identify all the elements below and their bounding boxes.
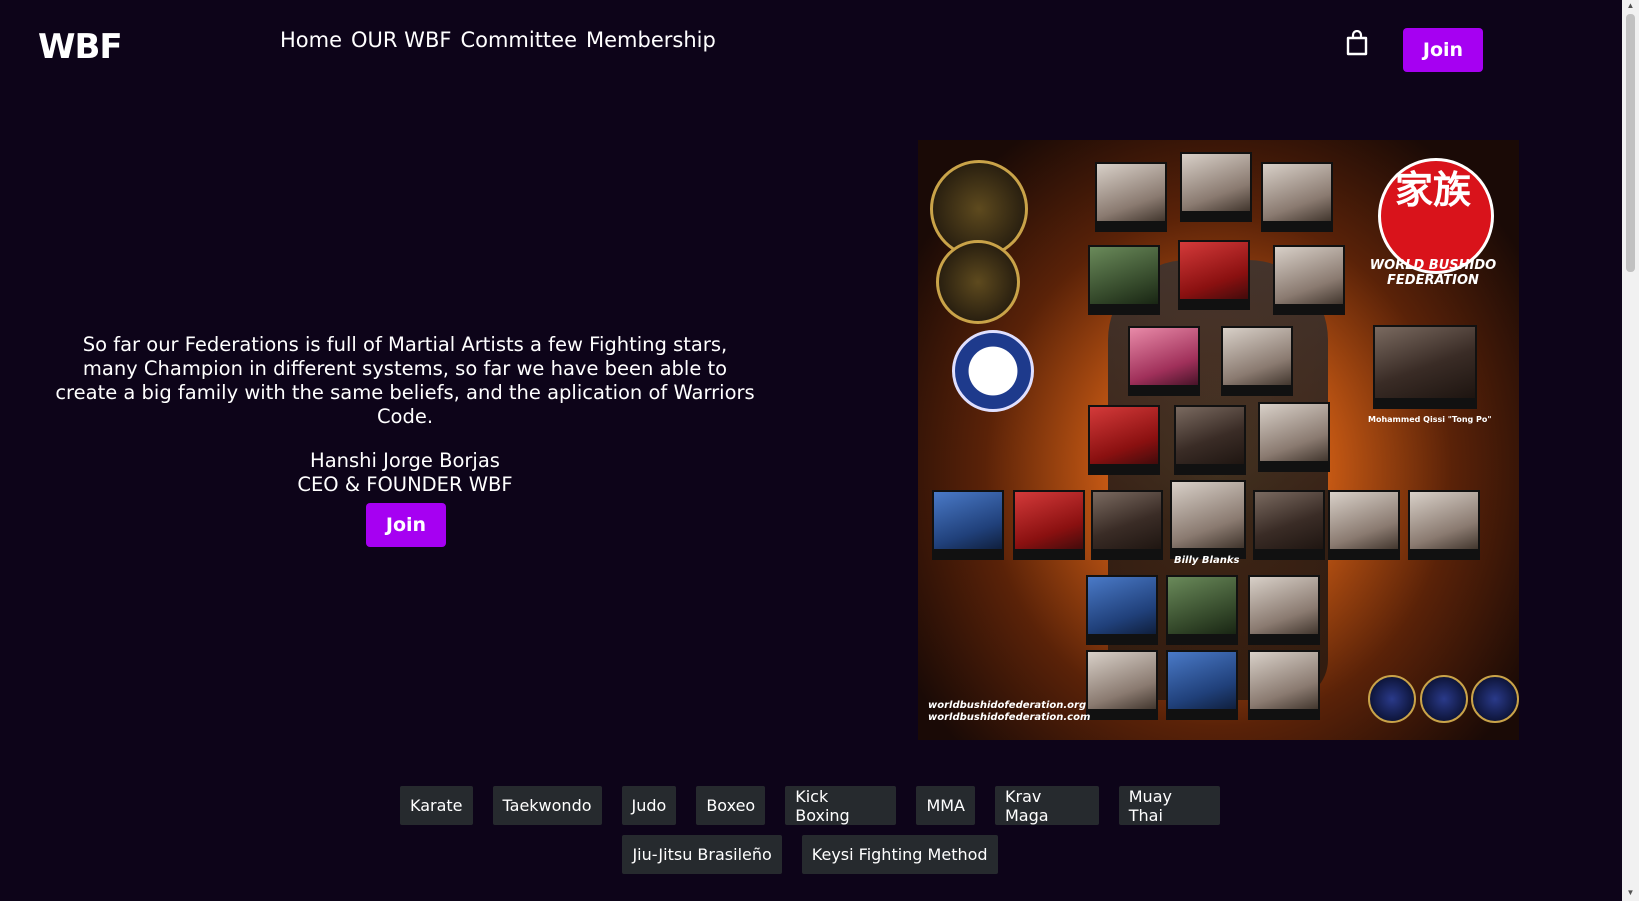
tag-karate[interactable]: Karate bbox=[400, 786, 473, 825]
scroll-up-arrow-icon[interactable]: ▲ bbox=[1626, 2, 1635, 10]
member-photo bbox=[1013, 490, 1085, 560]
tag-krav-maga[interactable]: Krav Maga bbox=[995, 786, 1099, 825]
tag-jiu-jitsu[interactable]: Jiu-Jitsu Brasileño bbox=[622, 835, 782, 874]
member-photo bbox=[1174, 405, 1246, 475]
world-sport-committee-seal-icon bbox=[952, 330, 1034, 412]
member-photo bbox=[1248, 575, 1320, 645]
member-photo bbox=[1088, 245, 1160, 315]
join-button-hero[interactable]: Join bbox=[366, 503, 446, 547]
member-photo bbox=[1261, 162, 1333, 232]
nav-membership[interactable]: Membership bbox=[586, 26, 716, 54]
nav-home[interactable]: Home bbox=[280, 26, 342, 54]
member-photo bbox=[1166, 650, 1238, 720]
discipline-row: Karate Taekwondo Judo Boxeo Kick Boxing … bbox=[400, 786, 1220, 825]
member-photo bbox=[1328, 490, 1400, 560]
nav-committee[interactable]: Committee bbox=[460, 26, 577, 54]
federation-seal-icon bbox=[1420, 675, 1468, 723]
poster-url-org: worldbushidofederation.org bbox=[928, 700, 1087, 711]
wbf-logo[interactable]: WBF bbox=[38, 30, 123, 64]
tag-boxeo[interactable]: Boxeo bbox=[696, 786, 766, 825]
discipline-tags: Karate Taekwondo Judo Boxeo Kick Boxing … bbox=[400, 786, 1220, 884]
join-button-header[interactable]: Join bbox=[1403, 28, 1483, 72]
member-photo bbox=[1180, 152, 1252, 222]
member-photo bbox=[1095, 162, 1167, 232]
federation-seal-icon bbox=[1471, 675, 1519, 723]
masters-association-seal-icon bbox=[936, 240, 1020, 324]
member-photo bbox=[1258, 402, 1330, 472]
member-photo bbox=[1273, 245, 1345, 315]
member-photo bbox=[1221, 326, 1293, 396]
tag-judo[interactable]: Judo bbox=[621, 786, 677, 825]
member-photo bbox=[1248, 650, 1320, 720]
nav-our-wbf[interactable]: OUR WBF bbox=[351, 26, 451, 54]
shopping-bag-icon[interactable] bbox=[1346, 30, 1368, 56]
member-photo bbox=[1178, 240, 1250, 310]
member-photo bbox=[1128, 326, 1200, 396]
scroll-down-arrow-icon[interactable]: ▼ bbox=[1626, 889, 1635, 897]
member-photo bbox=[1086, 650, 1158, 720]
tag-mma[interactable]: MMA bbox=[916, 786, 975, 825]
member-photo bbox=[1091, 490, 1163, 560]
tag-kick-boxing[interactable]: Kick Boxing bbox=[785, 786, 897, 825]
member-photo bbox=[1086, 575, 1158, 645]
tag-taekwondo[interactable]: Taekwondo bbox=[492, 786, 602, 825]
member-photo bbox=[1170, 480, 1246, 559]
member-photo bbox=[1166, 575, 1238, 645]
author-name: Hanshi Jorge Borjas bbox=[310, 449, 500, 472]
poster-url-com: worldbushidofederation.com bbox=[928, 712, 1091, 723]
hall-of-fame-poster: 家族 WORLD BUSHIDO FEDERATION Billy Blanks… bbox=[918, 140, 1519, 740]
main-nav: Home OUR WBF Committee Membership bbox=[280, 26, 716, 54]
member-photo bbox=[1408, 490, 1480, 560]
tag-keysi[interactable]: Keysi Fighting Method bbox=[801, 835, 998, 874]
hero-text: So far our Federations is full of Martia… bbox=[55, 333, 755, 497]
mission-quote: So far our Federations is full of Martia… bbox=[55, 333, 755, 428]
scrollbar-thumb[interactable] bbox=[1626, 14, 1635, 272]
member-photo bbox=[932, 490, 1004, 560]
federation-seal-icon bbox=[1368, 675, 1416, 723]
featured-member-label: Billy Blanks bbox=[1174, 555, 1240, 566]
author-title: CEO & FOUNDER WBF bbox=[297, 473, 513, 496]
tag-muay-thai[interactable]: Muay Thai bbox=[1118, 786, 1220, 825]
wbf-emblem-kanji: 家族 bbox=[1394, 167, 1471, 212]
member-photo bbox=[1253, 490, 1325, 560]
member-photo bbox=[1088, 405, 1160, 475]
member-caption: Mohammed Qissi "Tong Po" bbox=[1368, 415, 1492, 424]
wbf-emblem-name: WORLD BUSHIDO FEDERATION bbox=[1369, 258, 1497, 288]
member-photo bbox=[1373, 325, 1477, 409]
discipline-row: Jiu-Jitsu Brasileño Keysi Fighting Metho… bbox=[400, 835, 1220, 874]
poster-urls: worldbushidofederation.org worldbushidof… bbox=[928, 700, 1090, 724]
